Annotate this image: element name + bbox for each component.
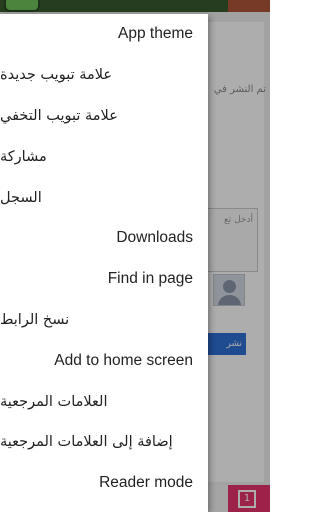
menu-item-history[interactable]: السجل	[0, 177, 208, 218]
menu-item-app-theme[interactable]: App theme	[0, 14, 208, 55]
menu-item-share[interactable]: مشاركة	[0, 136, 208, 177]
overflow-menu: App theme علامة تبويب جديدة علامة تبويب …	[0, 14, 208, 512]
menu-item-add-to-home-screen[interactable]: Add to home screen	[0, 340, 208, 381]
menu-item-bookmarks[interactable]: العلامات المرجعية	[0, 381, 208, 422]
menu-item-find-in-page[interactable]: Find in page	[0, 259, 208, 300]
menu-item-incognito-tab[interactable]: علامة تبويب التخفي	[0, 96, 208, 137]
menu-item-downloads[interactable]: Downloads	[0, 218, 208, 259]
menu-item-new-tab[interactable]: علامة تبويب جديدة	[0, 55, 208, 96]
menu-item-copy-link[interactable]: نسخ الرابط	[0, 300, 208, 341]
menu-item-add-bookmark[interactable]: إضافة إلى العلامات المرجعية	[0, 422, 208, 463]
menu-item-reader-mode[interactable]: Reader mode	[0, 463, 208, 504]
